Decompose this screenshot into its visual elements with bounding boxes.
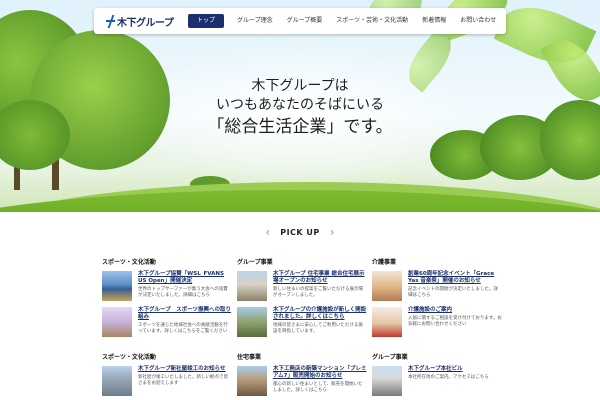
global-nav: 木下グループ トップ グループ理念 グループ概要 スポーツ・芸術・文化活動 新着…: [94, 8, 506, 34]
pickup-item[interactable]: 木下工務店の新築マンション「プレミアム7」販売開始のお知らせ 都心の新しい住まい…: [237, 366, 367, 398]
item-description: 新しい住まいの提案をご覧いただける展示場がオープンしました。: [273, 287, 363, 298]
nav-menu: トップ グループ理念 グループ概要 スポーツ・芸術・文化活動 新着情報 お問い合…: [188, 14, 503, 28]
nav-item-overview[interactable]: グループ概要: [280, 14, 330, 28]
thumbnail-image[interactable]: [237, 366, 267, 396]
pickup-title: PICK UP: [280, 227, 320, 237]
pickup-item[interactable]: 木下グループ本社ビル 本社所在地のご案内。アクセスはこちら: [372, 366, 502, 398]
item-title[interactable]: 木下グループ スポーツ振興への取り組み: [138, 307, 232, 321]
chevron-left-icon[interactable]: ‹: [265, 225, 270, 239]
item-description: 世界のトップサーファーが集う大会への協賛が決定いたしました。詳細はこちら: [138, 287, 228, 298]
category-label: 介護事業: [372, 259, 397, 266]
item-description: 入居に関するご相談を受け付けております。お気軽にお問い合わせください: [408, 316, 502, 327]
pickup-column: 介護事業 創業60周年記念イベント「Grace Yas 音楽祭」開催のお知らせ …: [372, 257, 502, 339]
category-label: グループ事業: [237, 259, 273, 266]
category-label: グループ事業: [372, 354, 408, 361]
thumbnail-image[interactable]: [372, 366, 402, 396]
pickup-item[interactable]: 介護施設のご案内 入居に関するご相談を受け付けております。お気軽にお問い合わせく…: [372, 307, 502, 339]
thumbnail-image[interactable]: [102, 366, 132, 396]
item-title[interactable]: 木下グループ協賛「WSL_FVANS US Open」開催決定: [138, 271, 232, 285]
pickup-item[interactable]: 木下グループの介護施設が新しく開設されました。詳しくはこちら 地域の皆さまに安心…: [237, 307, 367, 339]
pickup-item[interactable]: 木下グループ 住宅事業 総合住宅展示場オープンのお知らせ 新しい住まいの提案をご…: [237, 271, 367, 303]
nav-item-philosophy[interactable]: グループ理念: [230, 14, 280, 28]
item-title[interactable]: 木下グループ 住宅事業 総合住宅展示場オープンのお知らせ: [273, 271, 367, 285]
item-title[interactable]: 木下グループ本社ビル: [408, 366, 502, 373]
item-description: 新社屋が竣工いたしました。新しい拠点で皆さまをお迎えします: [138, 375, 228, 386]
pickup-item[interactable]: 木下グループ協賛「WSL_FVANS US Open」開催決定 世界のトップサー…: [102, 271, 232, 303]
pickup-column: スポーツ・文化活動 木下グループ新社屋竣工のお知らせ 新社屋が竣工いたしました。…: [102, 352, 232, 398]
pickup-header: ‹ PICK UP ›: [0, 224, 600, 240]
hero-tagline: 木下グループは いつもあなたのそばにいる 「総合生活企業」です。: [0, 77, 600, 138]
pickup-column: スポーツ・文化活動 木下グループ協賛「WSL_FVANS US Open」開催決…: [102, 257, 232, 339]
pickup-column: 住宅事業 木下工務店の新築マンション「プレミアム7」販売開始のお知らせ 都心の新…: [237, 352, 367, 398]
thumbnail-image[interactable]: [372, 271, 402, 301]
tagline-line-1: 木下グループは: [251, 78, 349, 94]
thumbnail-image[interactable]: [237, 271, 267, 301]
item-description: 記念イベントの開催が決定いたしました。詳細はこちら: [408, 287, 498, 298]
pickup-item[interactable]: 木下グループ スポーツ振興への取り組み スポーツを通じた地域社会への貢献活動を行…: [102, 307, 232, 339]
item-description: スポーツを通じた地域社会への貢献活動を行っています。詳しくはこちらをご覧ください: [138, 323, 228, 334]
pickup-column: グループ事業 木下グループ 住宅事業 総合住宅展示場オープンのお知らせ 新しい住…: [237, 257, 367, 339]
nav-item-contact[interactable]: お問い合わせ: [453, 14, 503, 28]
pickup-item[interactable]: 創業60周年記念イベント「Grace Yas 音楽祭」開催のお知らせ 記念イベン…: [372, 271, 502, 303]
item-title[interactable]: 介護施設のご案内: [408, 307, 502, 314]
thumbnail-image[interactable]: [372, 307, 402, 337]
site-logo[interactable]: 木下グループ: [106, 14, 188, 29]
item-title[interactable]: 木下グループ新社屋竣工のお知らせ: [138, 366, 232, 373]
nav-item-sports-arts[interactable]: スポーツ・芸術・文化活動: [329, 14, 415, 28]
chevron-right-icon[interactable]: ›: [330, 225, 335, 239]
item-title[interactable]: 木下グループの介護施設が新しく開設されました。詳しくはこちら: [273, 307, 367, 321]
pickup-item[interactable]: 木下グループ新社屋竣工のお知らせ 新社屋が竣工いたしました。新しい拠点で皆さまを…: [102, 366, 232, 398]
pickup-column: グループ事業 木下グループ本社ビル 本社所在地のご案内。アクセスはこちら: [372, 352, 502, 398]
item-description: 都心の新しい住まいとして、販売を開始いたしました。詳しくはこちら: [273, 382, 363, 393]
thumbnail-image[interactable]: [102, 307, 132, 337]
item-title[interactable]: 創業60周年記念イベント「Grace Yas 音楽祭」開催のお知らせ: [408, 271, 502, 285]
category-label: 住宅事業: [237, 354, 262, 361]
item-description: 地域の皆さまに安心してご利用いただける施設を目指しています。: [273, 323, 363, 334]
tagline-line-2: いつもあなたのそばにいる: [216, 97, 384, 113]
category-label: スポーツ・文化活動: [102, 354, 156, 361]
tagline-line-3: 「総合生活企業」です。: [207, 117, 393, 137]
item-title[interactable]: 木下工務店の新築マンション「プレミアム7」販売開始のお知らせ: [273, 366, 367, 380]
category-label: スポーツ・文化活動: [102, 259, 156, 266]
nav-item-news[interactable]: 新着情報: [415, 14, 453, 28]
nav-item-top[interactable]: トップ: [188, 14, 225, 28]
thumbnail-image[interactable]: [102, 271, 132, 301]
logo-text: 木下グループ: [117, 17, 174, 29]
item-description: 本社所在地のご案内。アクセスはこちら: [408, 375, 489, 380]
thumbnail-image[interactable]: [237, 307, 267, 337]
logo-mark-icon: [106, 15, 115, 28]
